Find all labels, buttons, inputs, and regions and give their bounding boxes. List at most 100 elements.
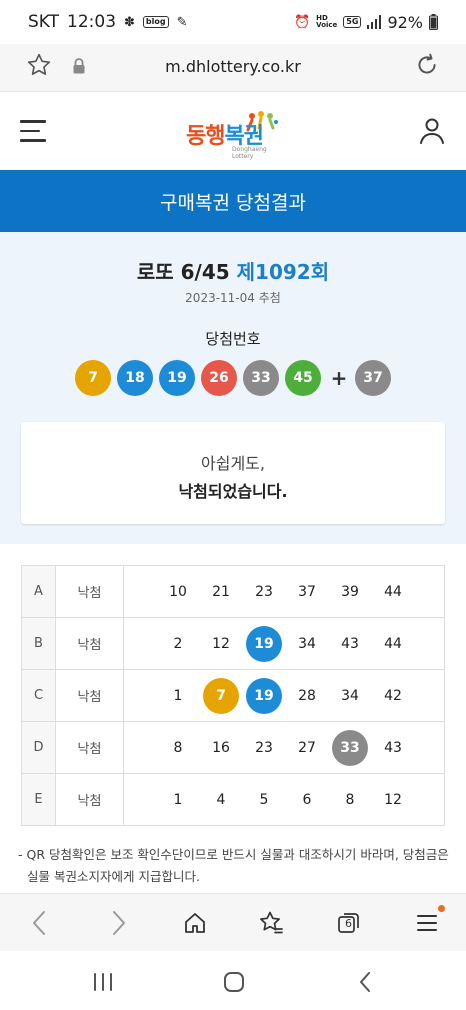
blog-badge: blog: [142, 16, 169, 28]
ticket-label: A: [21, 565, 56, 618]
ticket-number: 23: [255, 739, 273, 756]
winning-numbers: 7 18 19 26 33 45 + 37: [75, 360, 397, 396]
ticket-row: B 낙첨 2 12 19 34 43 44: [21, 617, 445, 670]
carrier-label: SKT: [28, 12, 60, 32]
ticket-number: 16: [212, 739, 230, 756]
battery-icon: [429, 14, 438, 30]
back-icon: [33, 911, 45, 935]
result-message-line1: 아쉽게도,: [201, 454, 265, 473]
ticket-row: A 낙첨 10 21 23 37 39 44: [21, 565, 445, 618]
ticket-number: 34: [298, 635, 316, 652]
draw-title: 로또 6/45 제1092회: [0, 256, 466, 285]
logo-subtext: Donghaeng Lottery: [232, 146, 267, 160]
signal-icon: [367, 15, 382, 29]
plus-sign: +: [330, 366, 348, 390]
matched-number: 33: [332, 729, 368, 766]
recent-apps-button[interactable]: [90, 969, 116, 995]
notice-line1: - QR 당첨확인은 보조 확인수단이므로 반드시 실물과 대조하시기 바라며,…: [18, 847, 449, 862]
matched-number: 7: [203, 677, 239, 714]
ticket-number: 10: [169, 583, 187, 600]
ticket-result: 낙첨: [55, 565, 124, 618]
site-header: 동행복권 Donghaeng Lottery: [0, 92, 466, 170]
draw-date: 2023-11-04 추첨: [185, 291, 281, 305]
browser-toolbar: 6: [0, 893, 466, 951]
notice-text: - QR 당첨확인은 보조 확인수단이므로 반드시 실물과 대조하시기 바라며,…: [18, 844, 452, 888]
ticket-row: E 낙첨 1 4 5 6 8 12: [21, 773, 445, 826]
ticket-numbers: 2 12 19 34 43 44: [123, 617, 445, 670]
ticket-numbers: 1 4 5 6 8 12: [123, 773, 445, 826]
ticket-number: 44: [384, 635, 402, 652]
winning-numbers-label: 당첨번호: [205, 330, 261, 348]
ticket-number: 2: [173, 635, 183, 652]
volte-indicator: HD Voice: [316, 15, 337, 29]
result-message-line2: 낙첨되었습니다.: [178, 482, 288, 501]
notice-line2: 실물 복권소지자에게 지급합니다.: [27, 869, 200, 884]
page-title: 구매복권 당첨결과: [0, 170, 466, 232]
ticket-numbers: 8 16 23 27 33 43: [123, 721, 445, 774]
notification-dot: [438, 905, 445, 912]
ticket-number: 8: [345, 791, 355, 808]
ticket-number: 34: [341, 687, 359, 704]
clock: 12:03: [67, 12, 117, 32]
tabs-button[interactable]: 6: [334, 908, 364, 938]
5g-badge: 5G: [343, 16, 362, 28]
home-nav-button[interactable]: [221, 969, 247, 995]
game-name: 로또 6/45: [136, 260, 230, 284]
home-button[interactable]: [180, 908, 210, 938]
bonus-ball: 37: [355, 360, 391, 396]
back-button[interactable]: [24, 908, 54, 938]
ticket-number: 37: [298, 583, 316, 600]
ticket-number: 27: [298, 739, 316, 756]
draw-result-section: 로또 6/45 제1092회 2023-11-04 추첨 당첨번호 7 18 1…: [0, 232, 466, 544]
forward-button[interactable]: [104, 908, 134, 938]
winning-ball: 45: [285, 360, 321, 396]
ticket-number: 43: [341, 635, 359, 652]
result-message-card: 아쉽게도, 낙첨되었습니다.: [21, 422, 445, 524]
ticket-table: A 낙첨 10 21 23 37 39 44 B 낙첨 2 12 19 34 43 44 C 낙첨 1 7 19 28 34…: [21, 565, 445, 826]
voice-badge: Voice: [316, 21, 338, 29]
ticket-label: B: [21, 617, 56, 670]
draw-round: 제1092회: [236, 260, 330, 284]
ticket-number: 42: [384, 687, 402, 704]
ticket-number: 28: [298, 687, 316, 704]
ticket-number: 44: [384, 583, 402, 600]
user-icon[interactable]: [418, 116, 446, 144]
ticket-number: 6: [302, 791, 312, 808]
ticket-result: 낙첨: [55, 617, 124, 670]
address-bar: m.dhlottery.co.kr: [0, 44, 466, 92]
recent-apps-icon: [94, 973, 112, 991]
logo-text-1: 동행: [186, 124, 225, 149]
browser-menu-button[interactable]: [412, 905, 445, 938]
reload-icon[interactable]: [414, 52, 440, 78]
matched-number: 19: [246, 625, 282, 662]
ticket-numbers: 1 7 19 28 34 42: [123, 669, 445, 722]
matched-number: 19: [246, 677, 282, 714]
home-icon: [185, 913, 205, 933]
bookmarks-icon: [260, 911, 283, 934]
menu-icon[interactable]: [20, 120, 46, 142]
forward-icon: [113, 911, 125, 935]
site-logo[interactable]: 동행복권 Donghaeng Lottery: [186, 110, 282, 160]
tab-count: 6: [345, 917, 352, 930]
url-text[interactable]: m.dhlottery.co.kr: [0, 57, 466, 76]
ticket-number: 12: [384, 791, 402, 808]
ticket-number: 23: [255, 583, 273, 600]
battery-level: 92%: [387, 12, 423, 32]
ticket-number: 4: [216, 791, 226, 808]
bookmarks-button[interactable]: [256, 908, 286, 938]
ticket-result: 낙첨: [55, 669, 124, 722]
ticket-result: 낙첨: [55, 721, 124, 774]
ticket-row: D 낙첨 8 16 23 27 33 43: [21, 721, 445, 774]
winning-ball: 7: [75, 360, 111, 396]
ticket-label: C: [21, 669, 56, 722]
status-bar: SKT 12:03 ✽ blog ✎ ⏰ HD Voice 5G 92%: [0, 0, 466, 44]
edit-icon: ✎: [176, 14, 188, 30]
system-back-button[interactable]: [352, 969, 378, 995]
winning-ball: 18: [117, 360, 153, 396]
ticket-numbers: 10 21 23 37 39 44: [123, 565, 445, 618]
alarm-icon: ⏰: [293, 14, 311, 30]
home-button-icon: [224, 972, 244, 992]
ticket-number: 43: [384, 739, 402, 756]
winning-ball: 26: [201, 360, 237, 396]
ticket-number: 5: [259, 791, 269, 808]
